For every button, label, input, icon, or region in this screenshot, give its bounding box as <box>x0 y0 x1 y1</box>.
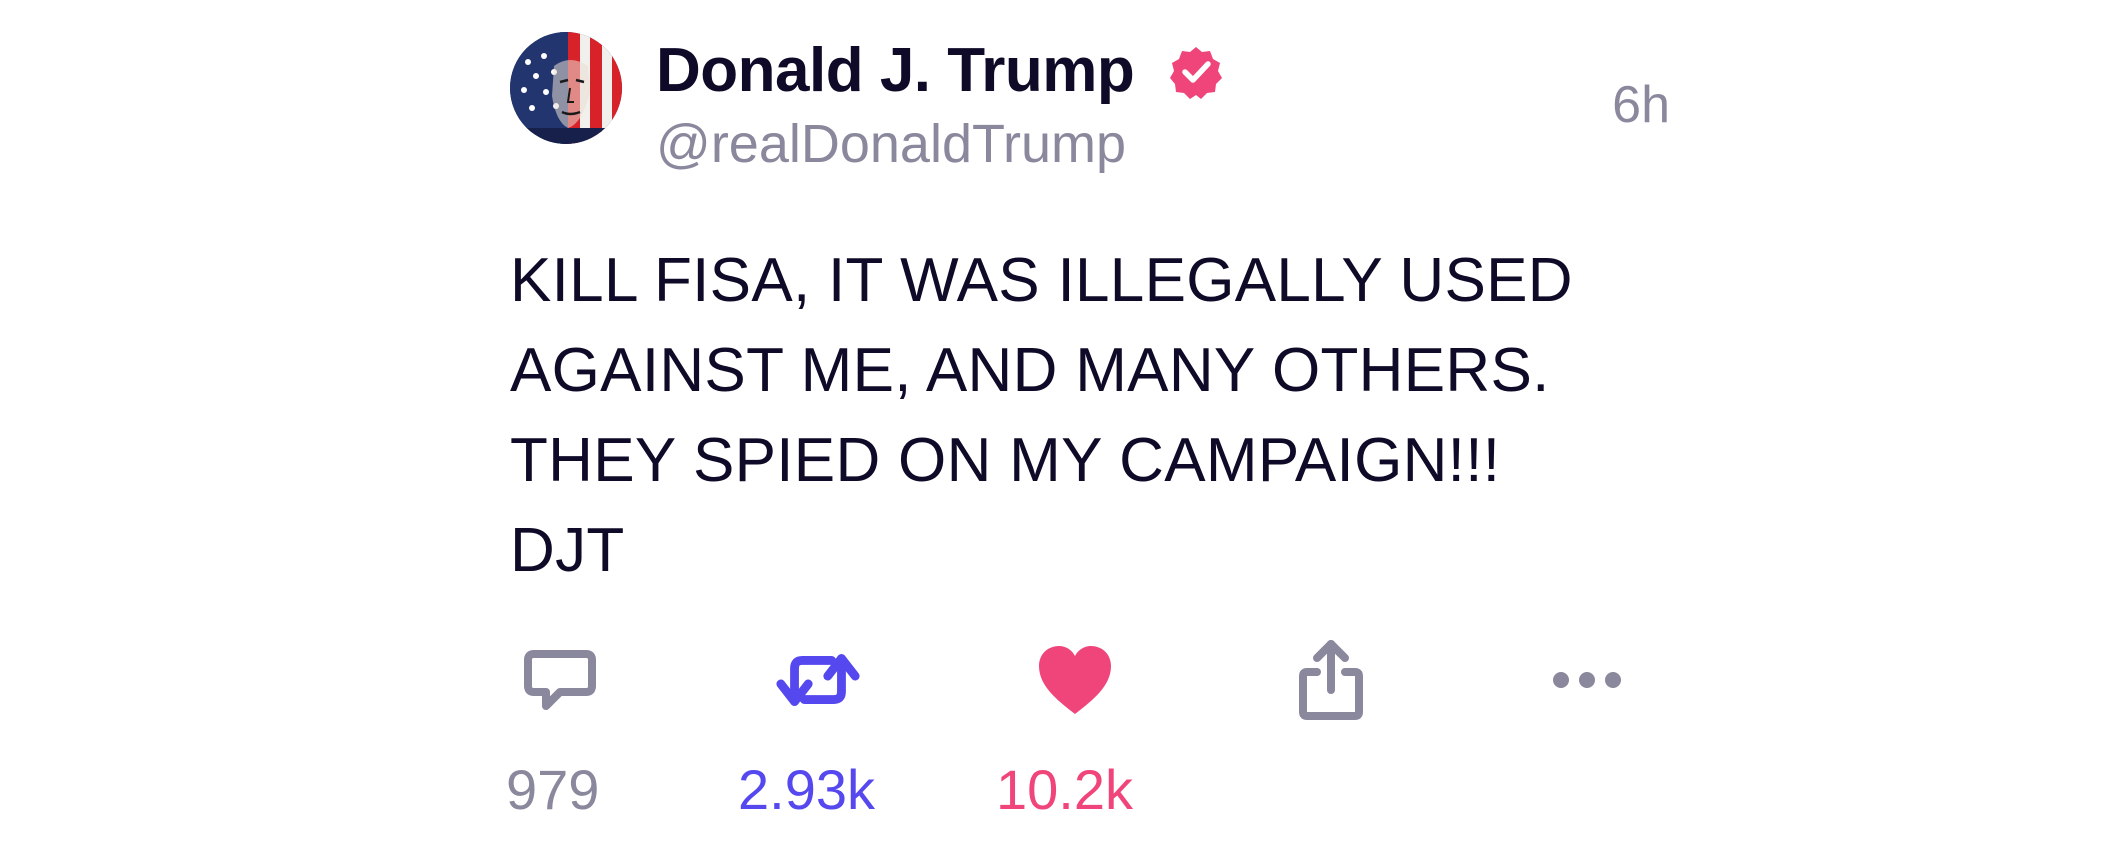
flag-portrait-avatar-image <box>510 32 622 144</box>
reply-button[interactable] <box>515 640 605 720</box>
reply-count[interactable]: 979 <box>506 758 599 822</box>
post-text-line: KILL FISA, IT WAS ILLEGALLY USED <box>510 246 1573 315</box>
author-display-name[interactable]: Donald J. Trump <box>656 34 1135 108</box>
post-text-line: DJT <box>510 516 625 585</box>
more-options-button[interactable] <box>1542 640 1632 720</box>
avatar[interactable] <box>510 32 622 144</box>
verified-badge-icon <box>1168 44 1224 100</box>
post-card: Donald J. Trump @realDonaldTrump 6h KILL… <box>0 0 2128 844</box>
more-icon <box>1553 672 1621 688</box>
author-handle[interactable]: @realDonaldTrump <box>656 112 1126 176</box>
heart-icon <box>1039 646 1111 714</box>
like-count[interactable]: 10.2k <box>996 758 1133 822</box>
like-button[interactable] <box>1030 640 1120 720</box>
post-timestamp[interactable]: 6h <box>1550 74 1670 136</box>
post-body: KILL FISA, IT WAS ILLEGALLY USED AGAINST… <box>510 236 1710 596</box>
share-icon <box>1299 640 1363 720</box>
share-button[interactable] <box>1286 640 1376 720</box>
repost-button[interactable] <box>773 640 863 720</box>
post-text-line: THEY SPIED ON MY CAMPAIGN!!! <box>510 426 1501 495</box>
repost-count[interactable]: 2.93k <box>738 758 875 822</box>
reply-icon <box>524 650 596 710</box>
repost-icon <box>776 654 860 706</box>
post-text-line: AGAINST ME, AND MANY OTHERS. <box>510 336 1550 405</box>
